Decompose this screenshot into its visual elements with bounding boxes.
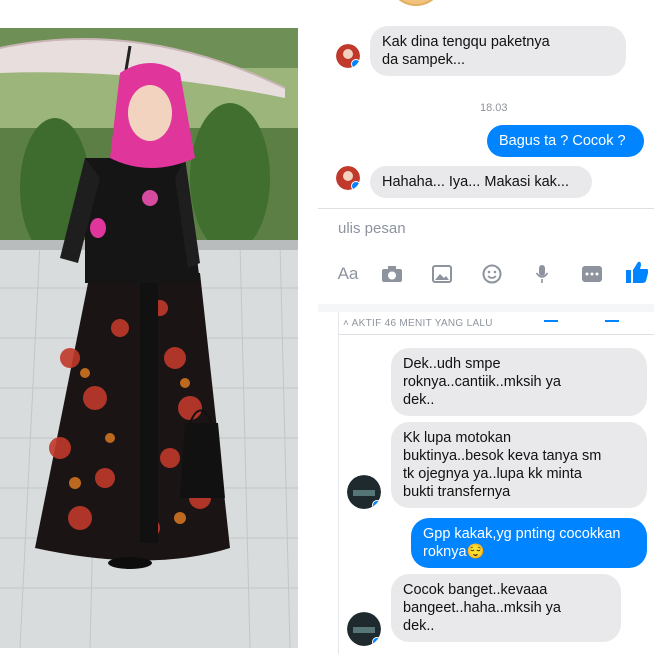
more-icon[interactable] <box>580 262 604 286</box>
chat-screenshot-bottom: ˄ AKTIF 46 MENIT YANG LALU Dek..udh smpe… <box>338 312 654 654</box>
incoming-message[interactable]: Dek..udh smpe roknya..cantiik..mksih ya … <box>391 348 647 416</box>
incoming-message[interactable]: Cocok banget..kevaaa bangeet..haha..mksi… <box>391 574 621 642</box>
active-status-text: AKTIF 46 MENIT YANG LALU <box>351 318 493 329</box>
text-format-icon[interactable]: Aa <box>336 262 360 286</box>
contact-avatar[interactable] <box>347 475 381 509</box>
emoji-icon[interactable] <box>480 262 504 286</box>
caret-up-icon: ˄ <box>343 318 352 329</box>
message-composer-input[interactable]: ulis pesan <box>338 220 406 237</box>
contact-avatar[interactable] <box>347 612 381 646</box>
chat-screenshot-top: Kak dina tengqu paketnya da sampek... 18… <box>318 0 654 312</box>
composer-divider <box>318 208 654 209</box>
outgoing-message[interactable]: Bagus ta ? Cocok ? <box>487 125 644 157</box>
active-status: ˄ AKTIF 46 MENIT YANG LALU <box>343 318 493 329</box>
messenger-badge-icon <box>351 59 360 68</box>
microphone-icon[interactable] <box>530 262 554 286</box>
incoming-message[interactable]: Kak dina tengqu paketnya da sampek... <box>370 26 626 76</box>
header-divider <box>339 334 654 335</box>
incoming-message[interactable]: Kk lupa motokan buktinya..besok keva tan… <box>391 422 647 508</box>
message-timestamp: 18.03 <box>480 102 508 114</box>
messenger-badge-icon <box>351 181 360 190</box>
contact-avatar[interactable] <box>336 44 360 68</box>
screenshot-separator <box>318 304 654 312</box>
messenger-badge-icon <box>372 637 381 646</box>
gallery-icon[interactable] <box>430 262 454 286</box>
tab-indicator <box>605 320 619 322</box>
camera-icon[interactable] <box>380 262 404 286</box>
woman-with-umbrella-illustration <box>0 28 298 648</box>
thumbs-up-icon[interactable] <box>624 260 648 284</box>
top-avatar-partial <box>388 0 444 6</box>
product-photo <box>0 0 310 654</box>
incoming-message[interactable]: Hahaha... Iya... Makasi kak... <box>370 166 592 198</box>
tab-indicator <box>544 320 558 322</box>
messenger-badge-icon <box>372 500 381 509</box>
contact-avatar[interactable] <box>336 166 360 190</box>
outgoing-message[interactable]: Gpp kakak,yg pnting cocokkan roknya😌 <box>411 518 647 568</box>
